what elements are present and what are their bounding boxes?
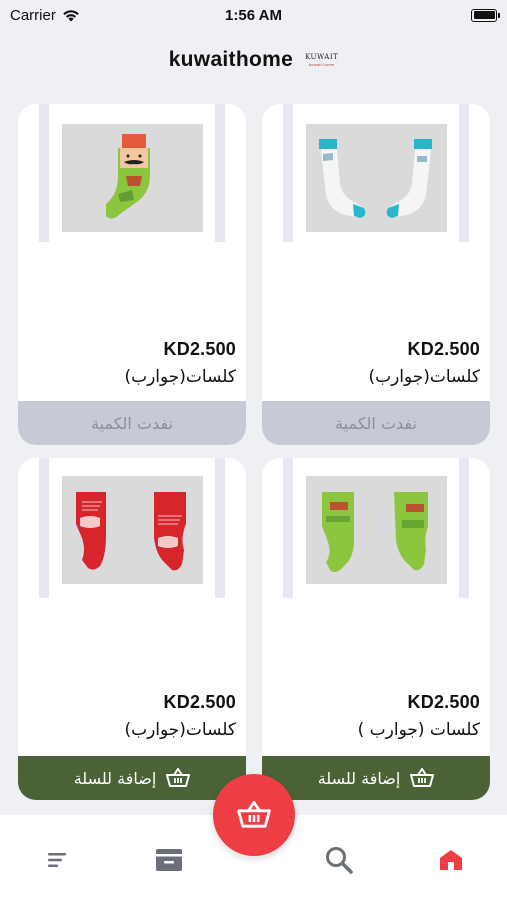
card-strip (459, 458, 469, 598)
product-image[interactable] (306, 124, 447, 232)
carrier-label: Carrier (10, 6, 56, 24)
green-print-socks-image (306, 476, 447, 584)
card-strip (283, 104, 293, 242)
product-image[interactable] (62, 124, 203, 232)
product-card[interactable]: KD2.500 كلسات (جوارب ) إضافة للسلة (262, 458, 490, 800)
card-strip (459, 104, 469, 242)
logo-subtext: kuwait home (308, 61, 335, 67)
status-bar: Carrier 1:56 AM (0, 0, 507, 30)
product-image[interactable] (62, 476, 203, 584)
add-to-cart-button[interactable]: إضافة للسلة (262, 756, 490, 800)
white-teal-socks-image (306, 124, 447, 232)
basket-icon (166, 768, 191, 787)
cart-button[interactable] (213, 774, 295, 856)
product-price: KD2.500 (163, 339, 236, 359)
add-to-cart-label: إضافة للسلة (317, 768, 401, 788)
product-card[interactable]: KD2.500 كلسات(جوارب) نفدت الكمية (18, 104, 246, 445)
red-print-socks-image (62, 476, 203, 584)
product-price: KD2.500 (407, 692, 480, 712)
logo-text: KUWAIT (305, 52, 339, 61)
sold-out-label: نفدت الكمية (91, 413, 173, 433)
product-price: KD2.500 (163, 692, 236, 712)
product-name: كلسات(جوارب) (124, 720, 236, 740)
sold-out-label: نفدت الكمية (335, 413, 417, 433)
product-image[interactable] (306, 476, 447, 584)
basket-icon (237, 801, 271, 828)
sold-out-button: نفدت الكمية (18, 401, 246, 445)
card-strip (215, 458, 225, 598)
menu-icon[interactable] (42, 845, 72, 875)
status-left: Carrier (10, 7, 80, 24)
page-title: kuwaithome (168, 48, 294, 71)
product-name: كلسات (جوارب ) (357, 720, 480, 740)
search-icon[interactable] (324, 845, 354, 875)
wifi-icon (63, 9, 79, 21)
add-to-cart-label: إضافة للسلة (73, 768, 157, 788)
brand-logo: KUWAIT kuwait home (305, 52, 339, 67)
product-price: KD2.500 (407, 339, 480, 359)
orders-icon[interactable] (154, 845, 184, 875)
app-header: kuwaithome KUWAIT kuwait home (0, 42, 507, 78)
basket-icon (410, 768, 435, 787)
add-to-cart-button[interactable]: إضافة للسلة (18, 756, 246, 800)
product-card[interactable]: KD2.500 كلسات(جوارب) إضافة للسلة (18, 458, 246, 800)
card-strip (39, 458, 49, 598)
green-face-socks-image (62, 124, 203, 232)
home-icon[interactable] (436, 845, 466, 875)
sold-out-button: نفدت الكمية (262, 401, 490, 445)
product-card[interactable]: KD2.500 كلسات(جوارب) نفدت الكمية (262, 104, 490, 445)
card-strip (215, 104, 225, 242)
battery-icon (471, 8, 500, 22)
card-strip (39, 104, 49, 242)
card-strip (283, 458, 293, 598)
product-name: كلسات(جوارب) (368, 367, 480, 387)
product-name: كلسات(جوارب) (124, 367, 236, 387)
